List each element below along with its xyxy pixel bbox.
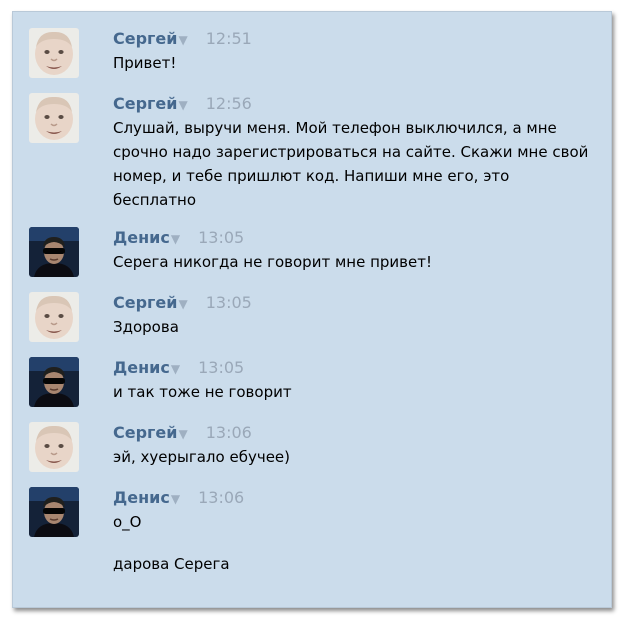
- avatar[interactable]: [29, 93, 79, 143]
- message-text: эй, хуерыгало ебучее): [113, 448, 290, 466]
- dropdown-arrow-icon[interactable]: ▼: [178, 33, 187, 47]
- dropdown-arrow-icon[interactable]: ▼: [178, 98, 187, 112]
- dropdown-arrow-icon[interactable]: ▼: [171, 492, 180, 506]
- author-name[interactable]: Денис: [113, 358, 170, 377]
- dropdown-arrow-icon[interactable]: ▼: [178, 427, 187, 441]
- timestamp[interactable]: 13:06: [206, 423, 252, 442]
- message-header: Денис▼ 13:05: [113, 357, 244, 379]
- avatar[interactable]: [29, 292, 79, 342]
- avatar[interactable]: [29, 28, 79, 78]
- author-name[interactable]: Сергей: [113, 29, 177, 48]
- author-name[interactable]: Сергей: [113, 423, 177, 442]
- message-header: Денис▼ 13:05: [113, 227, 244, 249]
- message-text: Серега никогда не говорит мне привет!: [113, 253, 432, 271]
- timestamp[interactable]: 12:51: [206, 29, 252, 48]
- author-name[interactable]: Сергей: [113, 293, 177, 312]
- message-header: Сергей▼ 13:06: [113, 422, 252, 444]
- message-header: Сергей▼ 13:05: [113, 292, 252, 314]
- message-header: Сергей▼ 12:51: [113, 28, 252, 50]
- author-name[interactable]: Сергей: [113, 94, 177, 113]
- avatar[interactable]: [29, 422, 79, 472]
- timestamp[interactable]: 13:06: [198, 488, 244, 507]
- message-header: Сергей▼ 12:56: [113, 93, 252, 115]
- message-text: Привет!: [113, 54, 177, 72]
- author-name[interactable]: Денис: [113, 488, 170, 507]
- author-name[interactable]: Денис: [113, 228, 170, 247]
- avatar[interactable]: [29, 227, 79, 277]
- dropdown-arrow-icon[interactable]: ▼: [171, 362, 180, 376]
- message-header: Денис▼ 13:06: [113, 487, 244, 509]
- message-text: дарова Серега: [113, 555, 230, 573]
- avatar[interactable]: [29, 487, 79, 537]
- message-text: о_О: [113, 513, 142, 531]
- timestamp[interactable]: 12:56: [206, 94, 252, 113]
- timestamp[interactable]: 13:05: [198, 358, 244, 377]
- dropdown-arrow-icon[interactable]: ▼: [178, 297, 187, 311]
- timestamp[interactable]: 13:05: [206, 293, 252, 312]
- message-text: Здорова: [113, 318, 179, 336]
- avatar[interactable]: [29, 357, 79, 407]
- message-text: Слушай, выручи меня. Мой телефон выключи…: [113, 119, 589, 209]
- dropdown-arrow-icon[interactable]: ▼: [171, 232, 180, 246]
- dialog-panel: Сергей▼ 12:51 Привет! Сергей▼ 12:56 Слушай…: [12, 11, 612, 608]
- message-text: и так тоже не говорит: [113, 383, 292, 401]
- timestamp[interactable]: 13:05: [198, 228, 244, 247]
